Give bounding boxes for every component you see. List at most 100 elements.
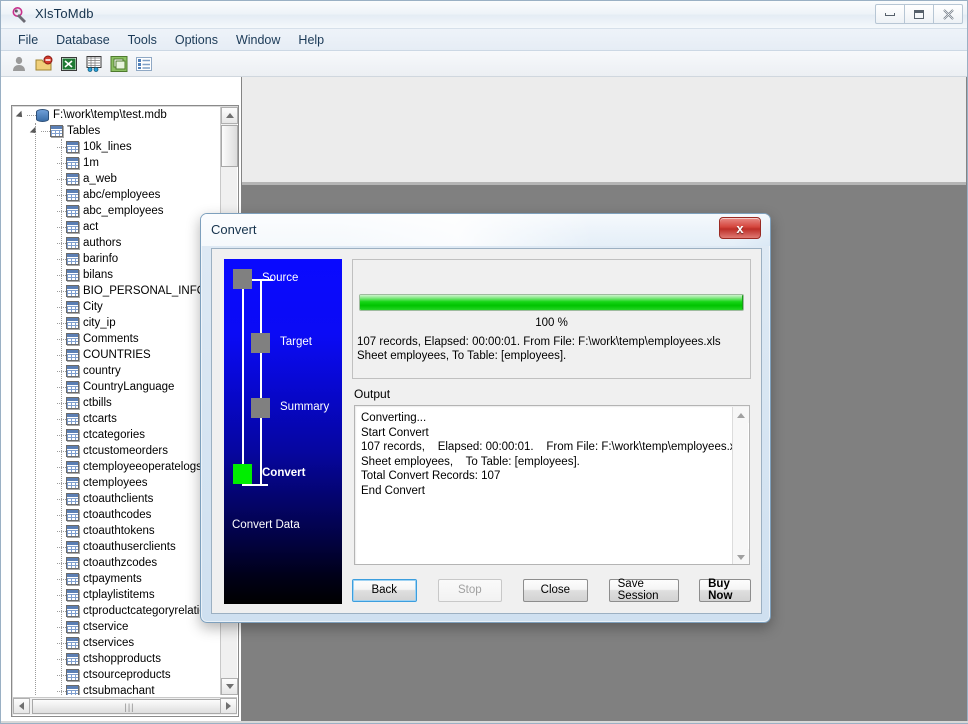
step-marker-convert[interactable]: [233, 464, 252, 484]
step-connector-left: [242, 289, 244, 485]
tree-item-table[interactable]: ctplaylistitems: [13, 587, 221, 603]
tables-folder-icon: [50, 125, 63, 137]
tree-item-label: ctproductcategoryrelations: [83, 605, 218, 617]
toolbar-button-excel[interactable]: [59, 54, 79, 74]
tree-item-table[interactable]: ctcarts: [13, 411, 221, 427]
tree-item-table[interactable]: city_ip: [13, 315, 221, 331]
toolbar: [1, 51, 967, 77]
toolbar-button-convert[interactable]: [84, 54, 104, 74]
tree-item-label: country: [83, 365, 121, 377]
tree-item-table[interactable]: ctproductcategoryrelations: [13, 603, 221, 619]
tree-item-table[interactable]: ctservice: [13, 619, 221, 635]
tree-item-table[interactable]: ctoauthuserclients: [13, 539, 221, 555]
toolbar-button-close-database[interactable]: [34, 54, 54, 74]
step-label-source[interactable]: Source: [262, 272, 298, 284]
dialog-title: Convert: [211, 222, 257, 237]
tree-item-table[interactable]: ctoauthclients: [13, 491, 221, 507]
tree-item-tables[interactable]: Tables: [13, 123, 221, 139]
maximize-button[interactable]: [904, 4, 934, 24]
tree-item-table[interactable]: country: [13, 363, 221, 379]
menu-file[interactable]: File: [9, 31, 47, 49]
toolbar-button-list-view[interactable]: [134, 54, 154, 74]
tree-item-table[interactable]: barinfo: [13, 251, 221, 267]
step-label-summary[interactable]: Summary: [280, 401, 329, 413]
expander-icon[interactable]: [31, 126, 41, 136]
tree-guide-line: [35, 123, 36, 695]
tree-item-table[interactable]: ctbills: [13, 395, 221, 411]
buy-now-button[interactable]: Buy Now: [699, 579, 751, 602]
tree-scroll-down-button[interactable]: [221, 678, 238, 695]
tree-item-table[interactable]: bilans: [13, 267, 221, 283]
tree-item-table[interactable]: act: [13, 219, 221, 235]
table-icon: [66, 173, 79, 185]
tree-item-table[interactable]: City: [13, 299, 221, 315]
tree-scroll-up-button[interactable]: [221, 107, 238, 124]
step-marker-source[interactable]: [233, 269, 252, 289]
tree-item-table[interactable]: ctemployeeoperatelogs: [13, 459, 221, 475]
tree-item-label: bilans: [83, 269, 113, 281]
tree-scroll-right-button[interactable]: [220, 698, 237, 714]
tree-item-table[interactable]: ctoauthzcodes: [13, 555, 221, 571]
menu-window[interactable]: Window: [227, 31, 289, 49]
close-button[interactable]: [933, 4, 963, 24]
save-session-button[interactable]: Save Session: [609, 579, 679, 602]
tree-item-table[interactable]: abc_employees: [13, 203, 221, 219]
tree-horizontal-scroll-thumb[interactable]: |||: [32, 699, 227, 714]
back-button[interactable]: Back: [352, 579, 417, 602]
dialog-close-button[interactable]: x: [719, 217, 761, 239]
output-scroll-up-button[interactable]: [733, 407, 749, 423]
menu-help[interactable]: Help: [289, 31, 333, 49]
tree-item-table[interactable]: ctemployees: [13, 475, 221, 491]
table-icon: [66, 333, 79, 345]
toolbar-button-cascade-windows[interactable]: [109, 54, 129, 74]
output-scroll-down-button[interactable]: [733, 549, 749, 565]
step-label-target[interactable]: Target: [280, 336, 312, 348]
output-vertical-scrollbar[interactable]: [732, 407, 748, 565]
table-icon: [66, 573, 79, 585]
close-dialog-button[interactable]: Close: [523, 579, 588, 602]
tree-item-table[interactable]: ctsourceproducts: [13, 667, 221, 683]
table-icon: [66, 541, 79, 553]
tree-item-table[interactable]: COUNTRIES: [13, 347, 221, 363]
tree-item-label: ctsubmachant: [83, 685, 155, 695]
tree-item-table[interactable]: ctcustomeorders: [13, 443, 221, 459]
tree-item-table[interactable]: Comments: [13, 331, 221, 347]
tree-item-table[interactable]: ctoauthcodes: [13, 507, 221, 523]
tree-item-label: ctcarts: [83, 413, 117, 425]
maximize-icon: [914, 10, 924, 19]
expander-icon[interactable]: [17, 110, 27, 120]
tree-item-table[interactable]: ctshopproducts: [13, 651, 221, 667]
tree-item-table[interactable]: BIO_PERSONAL_INFO: [13, 283, 221, 299]
menu-options[interactable]: Options: [166, 31, 227, 49]
tree-item-table[interactable]: ctservices: [13, 635, 221, 651]
step-marker-target[interactable]: [251, 333, 270, 353]
convert-dialog: Convert x Source Target Summary: [200, 213, 771, 623]
toolbar-button-user[interactable]: [9, 54, 29, 74]
tree-item-label: F:\work\temp\test.mdb: [53, 109, 167, 121]
tree-item-table[interactable]: authors: [13, 235, 221, 251]
tree-item-table[interactable]: 1m: [13, 155, 221, 171]
close-icon: [942, 8, 955, 21]
wizard-steps-panel: Source Target Summary Convert Convert Da…: [224, 259, 342, 604]
tree-item-table[interactable]: 10k_lines: [13, 139, 221, 155]
menu-tools[interactable]: Tools: [119, 31, 166, 49]
table-icon: [66, 685, 79, 695]
minimize-button[interactable]: [875, 4, 905, 24]
tree-item-table[interactable]: abc/employees: [13, 187, 221, 203]
tree-horizontal-scrollbar[interactable]: |||: [13, 697, 237, 715]
tree-item-table[interactable]: CountryLanguage: [13, 379, 221, 395]
step-label-convert[interactable]: Convert: [262, 467, 305, 479]
tree-item-table[interactable]: a_web: [13, 171, 221, 187]
output-textarea[interactable]: Converting... Start Convert 107 records,…: [354, 405, 750, 565]
step-marker-summary[interactable]: [251, 398, 270, 418]
tree-scroll-left-button[interactable]: [13, 698, 30, 714]
tree-item-table[interactable]: ctcategories: [13, 427, 221, 443]
menu-database[interactable]: Database: [47, 31, 119, 49]
scroll-grip-icon: |||: [124, 702, 134, 712]
database-tree[interactable]: F:\work\temp\test.mdb Tables10k_lines1ma_…: [13, 107, 221, 695]
tree-item-table[interactable]: ctoauthtokens: [13, 523, 221, 539]
tree-vertical-scroll-thumb[interactable]: [221, 125, 238, 167]
tree-item-database[interactable]: F:\work\temp\test.mdb: [13, 107, 221, 123]
tree-item-table[interactable]: ctsubmachant: [13, 683, 221, 695]
tree-item-table[interactable]: ctpayments: [13, 571, 221, 587]
